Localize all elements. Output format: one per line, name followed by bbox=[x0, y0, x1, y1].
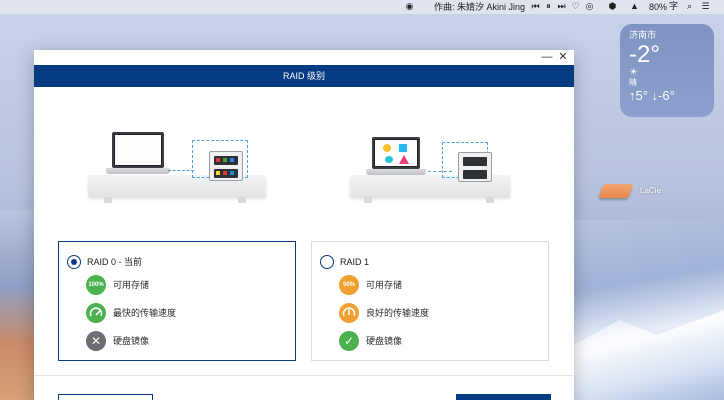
input-method-icon[interactable]: 字 bbox=[668, 1, 679, 12]
raid0-option-card[interactable]: RAID 0 - 当前 100% 可用存储 最快的传输速度 ✕ 硬盘镜像 bbox=[58, 241, 296, 361]
footer-divider bbox=[34, 375, 574, 376]
desk-leg bbox=[238, 197, 246, 203]
weather-condition: 晴 bbox=[629, 78, 637, 87]
dialog-title: RAID 级别 bbox=[282, 71, 325, 81]
raid1-drive-unit bbox=[458, 152, 492, 182]
feature-label: 最快的传输速度 bbox=[113, 308, 177, 318]
weather-city: 济南市 bbox=[629, 30, 657, 40]
raid0-illustration bbox=[84, 110, 274, 255]
speedometer-icon bbox=[86, 303, 106, 323]
feature-label: 硬盘镜像 bbox=[113, 336, 150, 346]
raid0-radio[interactable] bbox=[67, 255, 81, 269]
drive-label[interactable]: LaCie bbox=[640, 186, 661, 195]
music-icon[interactable]: ◉ bbox=[404, 1, 415, 12]
raid1-option-card[interactable]: RAID 1 50% 可用存储 良好的传输速度 ✓ 硬盘镜像 bbox=[311, 241, 549, 361]
feature-label: 良好的传输速度 bbox=[366, 308, 430, 318]
external-drive-icon[interactable] bbox=[598, 184, 634, 198]
desk-leg bbox=[104, 197, 112, 203]
app-status-icon[interactable]: ⬢ bbox=[607, 1, 618, 12]
feature-label: 可用存储 bbox=[366, 280, 403, 290]
control-center-icon[interactable]: ☰ bbox=[700, 1, 711, 12]
weather-widget[interactable]: 济南市 -2° ☀ 晴 ↑5° ↓-6° bbox=[620, 24, 714, 117]
desk-leg bbox=[364, 197, 372, 203]
weather-range: ↑5° ↓-6° bbox=[629, 88, 675, 103]
minimize-button[interactable]: — bbox=[540, 51, 554, 64]
raid0-title: RAID 0 - 当前 bbox=[87, 257, 143, 267]
dialog-header: RAID 级别 bbox=[34, 65, 574, 87]
raid1-illustration bbox=[346, 110, 536, 255]
pause-icon[interactable]: ⏸ bbox=[543, 1, 554, 12]
menu-bar: ◉ 作曲: 朱婧汐 Akini Jing ⏮ ⏸ ⏭ ♡ ◎ ⬢ ▲ 80% 字… bbox=[0, 0, 724, 14]
now-playing-text[interactable]: 作曲: 朱婧汐 Akini Jing bbox=[434, 1, 525, 13]
primary-button[interactable] bbox=[456, 394, 551, 400]
weather-temperature: -2° bbox=[629, 41, 660, 68]
x-icon: ✕ bbox=[86, 331, 106, 351]
raid1-radio[interactable] bbox=[320, 255, 334, 269]
raid1-title: RAID 1 bbox=[340, 257, 370, 267]
connection-line bbox=[168, 170, 194, 171]
sun-icon: ☀ bbox=[629, 67, 638, 78]
check-icon: ✓ bbox=[339, 331, 359, 351]
lyrics-icon[interactable]: ◎ bbox=[584, 1, 595, 12]
storage-50-badge: 50% bbox=[339, 275, 359, 295]
previous-track-icon[interactable]: ⏮ bbox=[530, 1, 541, 12]
laptop-screen bbox=[372, 137, 420, 169]
desk-leg bbox=[486, 197, 494, 203]
next-track-icon[interactable]: ⏭ bbox=[556, 1, 567, 12]
speedometer-icon bbox=[339, 303, 359, 323]
close-button[interactable]: ✕ bbox=[556, 51, 570, 64]
storage-100-badge: 100% bbox=[86, 275, 106, 295]
secondary-button[interactable] bbox=[58, 394, 153, 400]
heart-icon[interactable]: ♡ bbox=[570, 1, 581, 12]
laptop-base bbox=[106, 168, 170, 174]
laptop-base bbox=[366, 169, 426, 175]
battery-percent[interactable]: 80% bbox=[649, 1, 667, 13]
title-bar: — ✕ bbox=[34, 50, 574, 65]
airdrop-icon[interactable]: ▲ bbox=[629, 1, 640, 12]
search-icon[interactable]: ⌕ bbox=[684, 1, 695, 12]
raid-dialog: — ✕ RAID 级别 RAID 0 - 当前 100% 可用存储 最快的传输速… bbox=[34, 50, 574, 400]
feature-label: 硬盘镜像 bbox=[366, 336, 403, 346]
raid0-drive-unit bbox=[209, 151, 243, 181]
laptop-screen bbox=[112, 132, 164, 168]
feature-label: 可用存储 bbox=[113, 280, 150, 290]
